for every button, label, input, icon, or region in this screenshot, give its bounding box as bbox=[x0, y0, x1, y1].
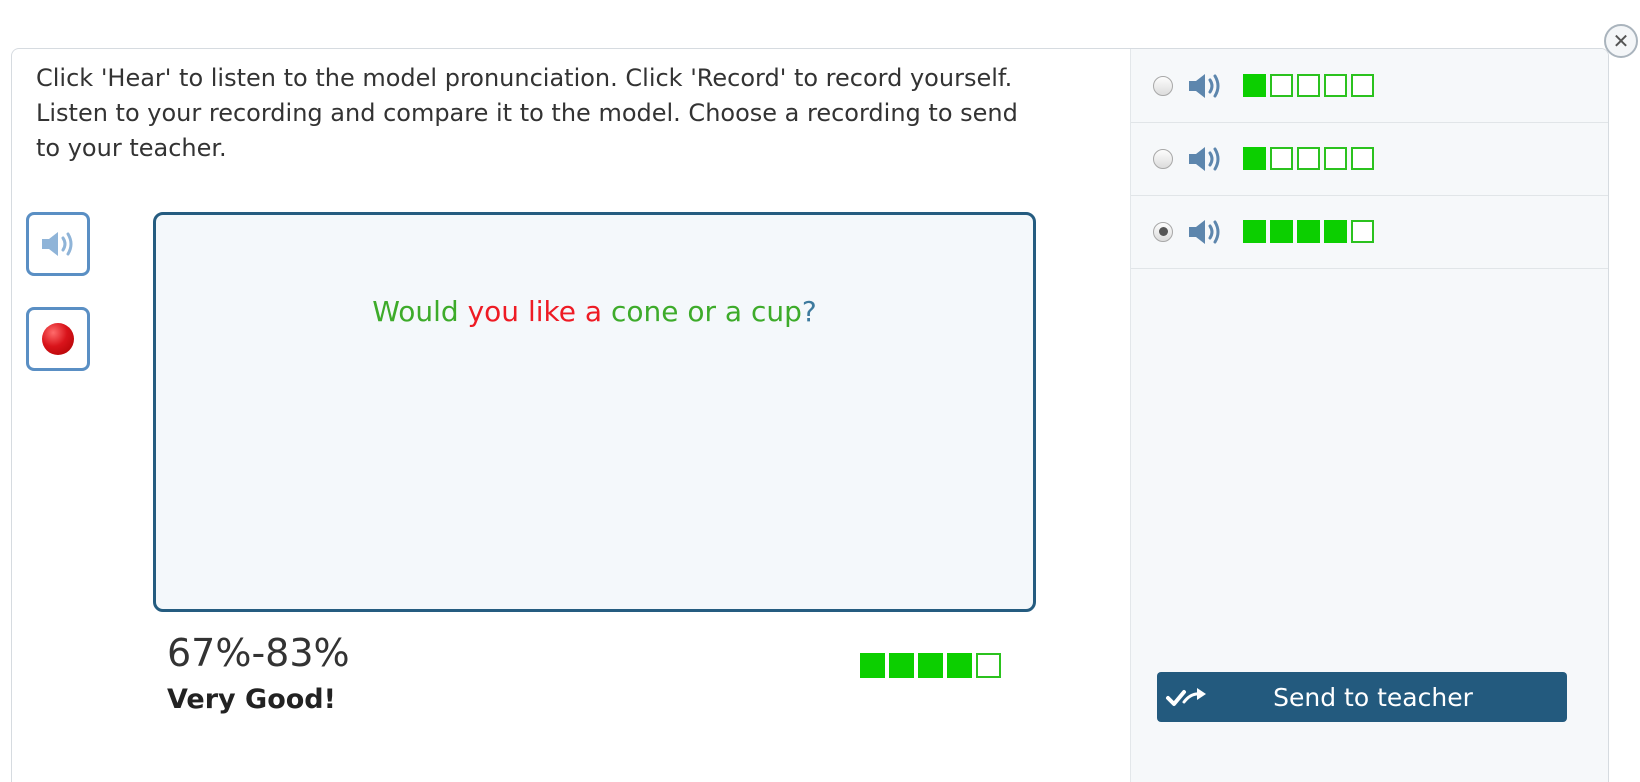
speaker-icon bbox=[1189, 146, 1220, 171]
score-range: 67%-83% bbox=[167, 631, 350, 675]
sentence-word: a bbox=[724, 295, 743, 328]
play-recording-button[interactable] bbox=[1187, 215, 1227, 249]
play-recording-button[interactable] bbox=[1187, 69, 1227, 103]
recording-row[interactable] bbox=[1131, 49, 1608, 123]
meter-square bbox=[1351, 147, 1374, 170]
score-label: Very Good! bbox=[167, 684, 336, 715]
speaker-icon bbox=[1189, 219, 1220, 244]
meter-square bbox=[1297, 74, 1320, 97]
recording-row[interactable] bbox=[1131, 122, 1608, 196]
sentence-text: Would you like a cone or a cup? bbox=[156, 295, 1033, 328]
sentence-word: a bbox=[584, 295, 603, 328]
sentence-display: Would you like a cone or a cup? bbox=[153, 212, 1036, 612]
sentence-word: cone bbox=[610, 295, 679, 328]
score-meter bbox=[860, 653, 1001, 678]
check-arrow-icon bbox=[1165, 685, 1209, 709]
meter-square bbox=[1324, 147, 1347, 170]
meter-square bbox=[1270, 74, 1293, 97]
sentence-word: cup bbox=[751, 295, 802, 328]
main-panel: Click 'Hear' to listen to the model pron… bbox=[12, 49, 1130, 782]
sentence-word: Would bbox=[372, 295, 459, 328]
recording-radio[interactable] bbox=[1153, 75, 1173, 96]
send-button-label: Send to teacher bbox=[1273, 682, 1473, 712]
recording-score-meter bbox=[1243, 74, 1374, 97]
speaker-icon bbox=[1189, 73, 1220, 98]
meter-square bbox=[1243, 74, 1266, 97]
meter-square bbox=[889, 653, 914, 678]
close-button[interactable]: ✕ bbox=[1604, 24, 1638, 58]
close-icon: ✕ bbox=[1612, 29, 1630, 53]
sentence-word: ? bbox=[801, 295, 817, 328]
record-icon bbox=[42, 323, 74, 355]
meter-square bbox=[1324, 74, 1347, 97]
play-recording-button[interactable] bbox=[1187, 142, 1227, 176]
meter-square bbox=[1351, 74, 1374, 97]
hear-button[interactable] bbox=[26, 212, 90, 276]
send-to-teacher-button[interactable]: Send to teacher bbox=[1157, 672, 1567, 722]
meter-square bbox=[1243, 220, 1266, 243]
meter-square bbox=[1324, 220, 1347, 243]
meter-square bbox=[918, 653, 943, 678]
speaker-icon bbox=[42, 232, 73, 256]
recording-radio[interactable] bbox=[1153, 221, 1173, 242]
record-button[interactable] bbox=[26, 307, 90, 371]
meter-square bbox=[1243, 147, 1266, 170]
meter-square bbox=[860, 653, 885, 678]
sentence-word: you bbox=[467, 295, 520, 328]
recording-row[interactable] bbox=[1131, 195, 1608, 269]
meter-square bbox=[947, 653, 972, 678]
recording-score-meter bbox=[1243, 147, 1374, 170]
meter-square bbox=[1297, 147, 1320, 170]
instructions-text: Click 'Hear' to listen to the model pron… bbox=[36, 64, 1018, 162]
meter-square bbox=[1351, 220, 1374, 243]
recording-score-meter bbox=[1243, 220, 1374, 243]
recordings-panel: Send to teacher bbox=[1130, 49, 1608, 782]
sentence-word: or bbox=[687, 295, 717, 328]
recording-radio[interactable] bbox=[1153, 148, 1173, 169]
sentence-word: like bbox=[527, 295, 576, 328]
meter-square bbox=[1270, 147, 1293, 170]
pronunciation-dialog: Click 'Hear' to listen to the model pron… bbox=[11, 48, 1609, 782]
meter-square bbox=[1270, 220, 1293, 243]
meter-square bbox=[976, 653, 1001, 678]
meter-square bbox=[1297, 220, 1320, 243]
